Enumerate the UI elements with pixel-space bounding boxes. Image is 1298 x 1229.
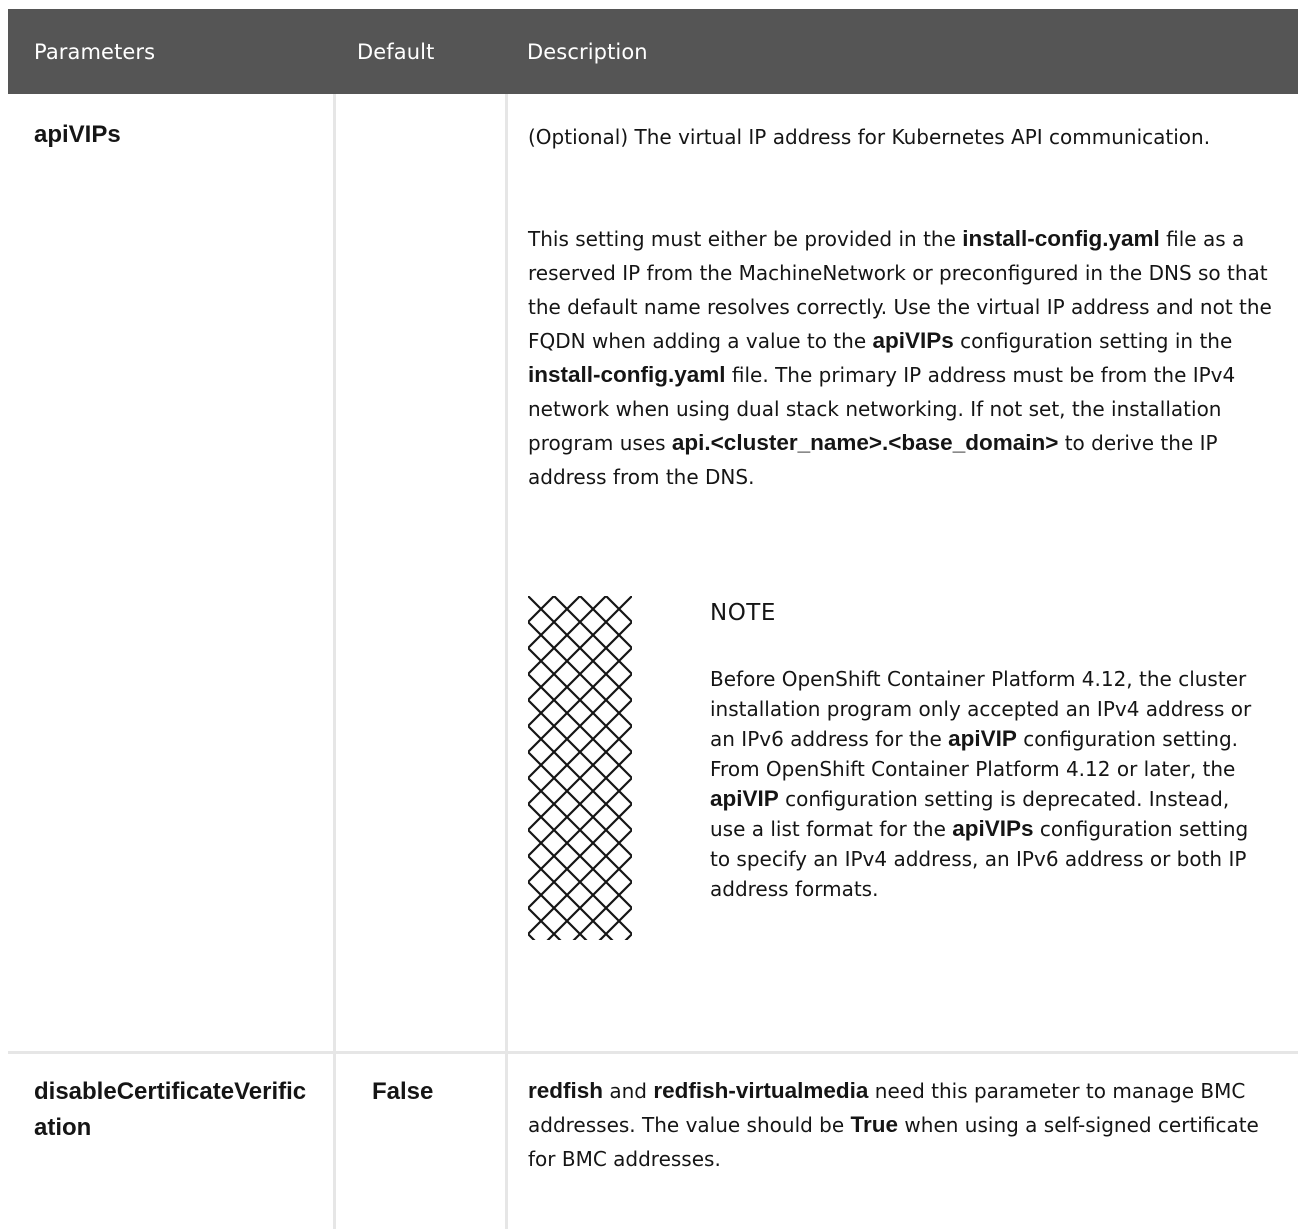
description-text: (Optional) The virtual IP address for Ku… xyxy=(528,125,1211,149)
code-term: apiVIP xyxy=(948,726,1017,751)
code-term: redfish-virtualmedia xyxy=(653,1078,869,1103)
note-body: Before OpenShift Container Platform 4.12… xyxy=(710,664,1265,904)
code-term: apiVIPs xyxy=(952,816,1034,841)
default-value: False xyxy=(372,1078,434,1105)
code-term: True xyxy=(850,1112,899,1137)
code-term: api.<cluster_name>.<base_domain> xyxy=(671,430,1059,455)
row-divider xyxy=(8,1051,1298,1054)
note-title: NOTE xyxy=(710,600,776,626)
code-term: apiVIP xyxy=(710,786,779,811)
header-description: Description xyxy=(527,40,648,64)
text: This setting must either be provided in … xyxy=(528,227,963,251)
param-name: disableCertificateVerification xyxy=(34,1078,307,1141)
param-name: apiVIPs xyxy=(34,121,121,148)
text: configuration setting in the xyxy=(953,329,1233,353)
code-term: install-config.yaml xyxy=(962,226,1160,251)
description-paragraph: This setting must either be provided in … xyxy=(528,222,1288,494)
description-paragraph: redfish and redfish-virtualmedia need th… xyxy=(528,1074,1288,1176)
table-header: Parameters Default Description xyxy=(8,9,1298,94)
code-term: redfish xyxy=(528,1078,604,1103)
code-term: apiVIPs xyxy=(872,328,954,353)
column-divider xyxy=(333,94,336,1229)
note-icon xyxy=(528,596,632,940)
column-divider xyxy=(505,94,508,1229)
description-paragraph: (Optional) The virtual IP address for Ku… xyxy=(528,120,1288,154)
header-parameters: Parameters xyxy=(34,40,156,64)
header-default: Default xyxy=(357,40,435,64)
text: and xyxy=(603,1079,654,1103)
code-term: install-config.yaml xyxy=(528,362,726,387)
